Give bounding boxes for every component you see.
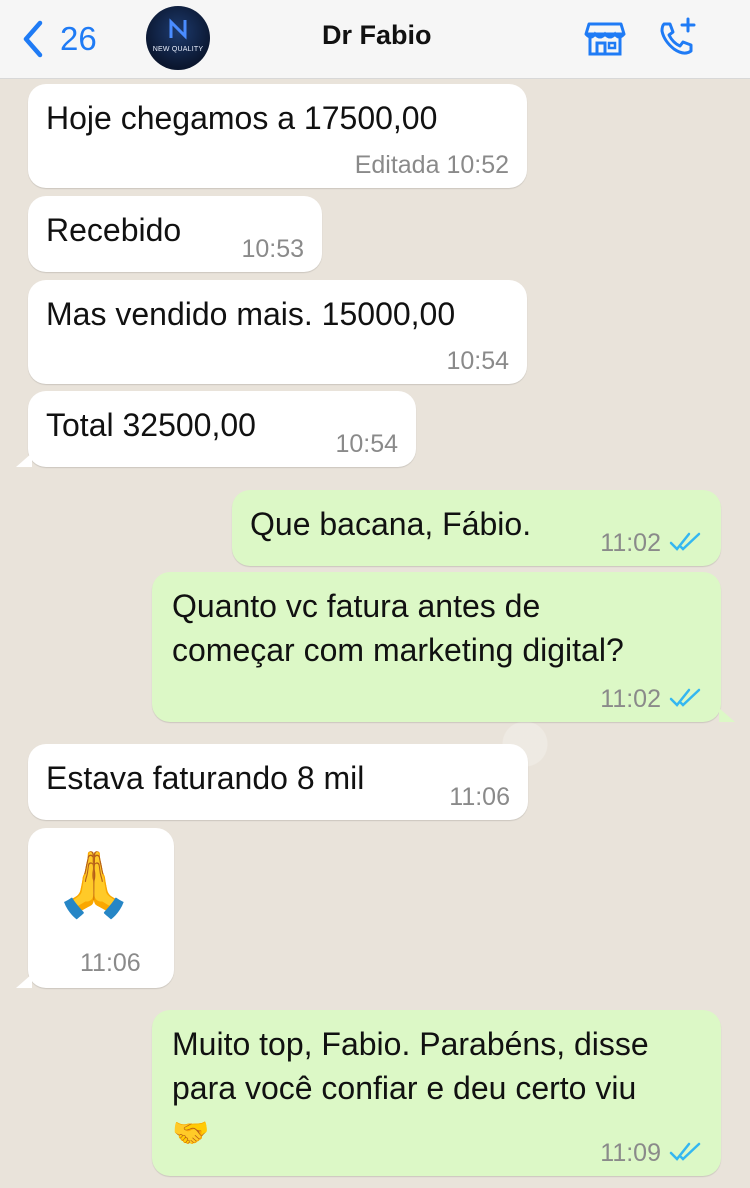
unread-count: 26 [60,20,97,57]
message-time: 11:02 [600,685,661,713]
message-time: 11:06 [449,783,510,811]
store-icon[interactable] [583,16,627,60]
message-text: Estava faturando 8 mil [46,760,365,796]
message-bubble-incoming[interactable]: Estava faturando 8 mil 11:06 [28,744,528,820]
message-bubble-outgoing[interactable]: Muito top, Fabio. Parabéns, disse para v… [152,1010,721,1176]
message-text-line: Muito top, Fabio. Parabéns, disse [172,1026,649,1062]
message-text: Recebido [46,212,182,248]
read-ticks-icon [669,688,701,707]
bubble-tail [16,453,32,467]
message-time: 11:09 [600,1139,661,1167]
praying-hands-emoji: 🙏 [54,848,134,920]
message-time: 10:53 [241,235,304,263]
read-ticks-icon [669,532,701,551]
chat-header: 26 NEW QUALITY Dr Fabio [0,0,750,79]
back-button[interactable]: 26 [18,14,97,64]
message-text: Que bacana, Fábio. [250,506,532,542]
read-ticks-icon [669,1142,701,1161]
message-bubble-incoming[interactable]: Hoje chegamos a 17500,00 Editada 10:52 [28,84,527,188]
message-text: Total 32500,00 [46,407,256,443]
message-bubble-incoming[interactable]: Total 32500,00 10:54 [28,391,416,467]
message-text: Hoje chegamos a 17500,00 [46,100,438,136]
contact-name[interactable]: Dr Fabio [322,20,432,51]
message-time: Editada 10:52 [354,151,509,179]
message-bubble-incoming[interactable]: Recebido 10:53 [28,196,322,272]
message-bubble-incoming[interactable]: 🙏 11:06 [28,828,174,988]
message-time: 11:06 [80,949,141,977]
handshake-emoji: 🤝 [172,1117,210,1150]
message-bubble-outgoing[interactable]: Que bacana, Fábio. 11:02 [232,490,721,566]
bubble-tail [16,974,32,988]
add-call-icon[interactable] [654,16,698,60]
message-text: Mas vendido mais. 15000,00 [46,296,456,332]
avatar-logo-text: NEW QUALITY [152,46,204,53]
message-time: 11:02 [600,529,661,557]
avatar[interactable]: NEW QUALITY [146,6,210,70]
message-time: 10:54 [446,347,509,375]
message-text-line: para você confiar e deu certo viu [172,1070,637,1106]
message-text-line: Quanto vc fatura antes de [172,588,541,624]
message-text-line: começar com marketing digital? [172,632,624,668]
back-chevron-icon [23,20,43,58]
message-bubble-outgoing[interactable]: Quanto vc fatura antes de começar com ma… [152,572,721,722]
bubble-tail [719,708,735,722]
logo-mark-icon [169,18,187,40]
message-bubble-incoming[interactable]: Mas vendido mais. 15000,00 10:54 [28,280,527,384]
message-time: 10:54 [335,430,398,458]
